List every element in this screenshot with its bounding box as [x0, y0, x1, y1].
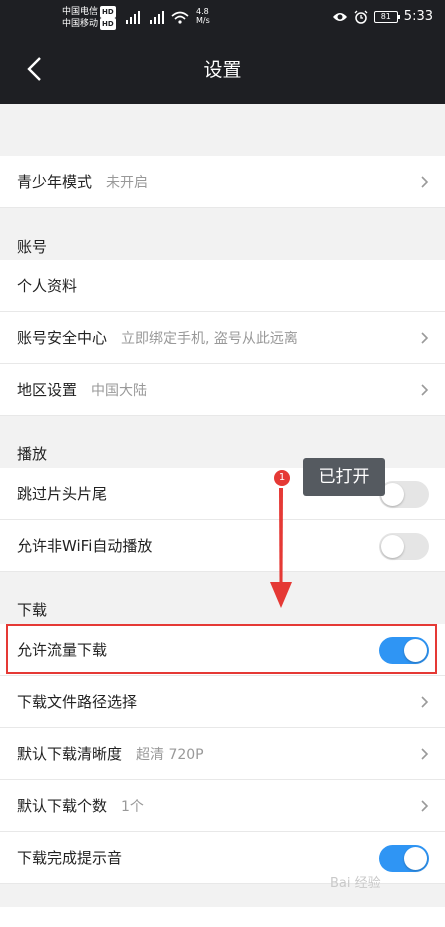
highlight-box [6, 624, 437, 674]
page-title: 设置 [203, 59, 242, 81]
speed-value: 4.8 [196, 7, 209, 16]
status-right: 81 5:33 [332, 9, 433, 24]
section-playback: 播放 [17, 445, 48, 463]
carrier1-label: 中国电信 [62, 7, 99, 17]
row-value: 中国大陆 [91, 382, 148, 399]
clock: 5:33 [403, 9, 433, 24]
row-label: 允许非WiFi自动播放 [17, 537, 153, 555]
account-security-row[interactable]: 账号安全中心 立即绑定手机, 盗号从此远离 [0, 312, 445, 364]
signal-icon [126, 11, 189, 24]
battery-icon: 81 [373, 10, 400, 23]
app-header: 中国电信 HD 中国移动 HD 4.8 M/s 81 5:33 设置 [0, 0, 445, 104]
row-label: 地区设置 [17, 381, 78, 399]
chevron-right-icon [421, 696, 429, 708]
network-speed: 4.8 M/s [196, 7, 210, 25]
chevron-right-icon [421, 332, 429, 344]
skip-intro-toggle[interactable] [379, 481, 429, 508]
chevron-right-icon [421, 176, 429, 188]
carrier-info: 中国电信 HD 中国移动 HD [62, 6, 116, 30]
row-value: 立即绑定手机, 盗号从此远离 [121, 330, 298, 347]
row-label: 跳过片头片尾 [17, 485, 108, 503]
next-row-partial[interactable] [0, 907, 445, 927]
toggle-knob [404, 847, 427, 870]
download-count-row[interactable]: 默认下载个数 1个 [0, 780, 445, 832]
row-label: 默认下载个数 [17, 797, 108, 815]
row-value: 1个 [121, 798, 144, 815]
speed-unit: M/s [196, 16, 210, 25]
row-label: 个人资料 [17, 277, 78, 295]
toggle-knob [381, 535, 404, 558]
region-row[interactable]: 地区设置 中国大陆 [0, 364, 445, 416]
hd-badge: HD [100, 6, 116, 18]
chevron-right-icon [421, 748, 429, 760]
chevron-right-icon [421, 384, 429, 396]
row-label: 下载完成提示音 [17, 849, 123, 867]
watermark: Bai 经验 [330, 876, 381, 891]
personal-info-row[interactable]: 个人资料 [0, 260, 445, 312]
alarm-icon [354, 10, 368, 24]
carrier2-label: 中国移动 [62, 19, 99, 29]
non-wifi-autoplay-row: 允许非WiFi自动播放 [0, 520, 445, 572]
download-path-row[interactable]: 下载文件路径选择 [0, 676, 445, 728]
section-download: 下载 [17, 601, 48, 619]
row-value: 未开启 [106, 174, 149, 191]
callout-label: 已打开 [303, 458, 385, 496]
non-wifi-autoplay-toggle[interactable] [379, 533, 429, 560]
youth-mode-row[interactable]: 青少年模式 未开启 [0, 156, 445, 208]
chevron-right-icon [421, 800, 429, 812]
step-badge: 1 [274, 470, 290, 486]
row-label: 账号安全中心 [17, 329, 108, 347]
download-complete-sound-toggle[interactable] [379, 845, 429, 872]
section-account: 账号 [17, 238, 48, 256]
status-bar: 中国电信 HD 中国移动 HD 4.8 M/s 81 5:33 [0, 0, 445, 36]
row-label: 青少年模式 [17, 173, 93, 191]
hd-badge: HD [100, 18, 116, 30]
row-label: 下载文件路径选择 [17, 693, 138, 711]
annotation-arrow [270, 488, 292, 608]
row-value: 超清 720P [136, 746, 204, 763]
row-label: 默认下载清晰度 [17, 745, 123, 763]
download-quality-row[interactable]: 默认下载清晰度 超清 720P [0, 728, 445, 780]
eye-icon [332, 12, 347, 21]
